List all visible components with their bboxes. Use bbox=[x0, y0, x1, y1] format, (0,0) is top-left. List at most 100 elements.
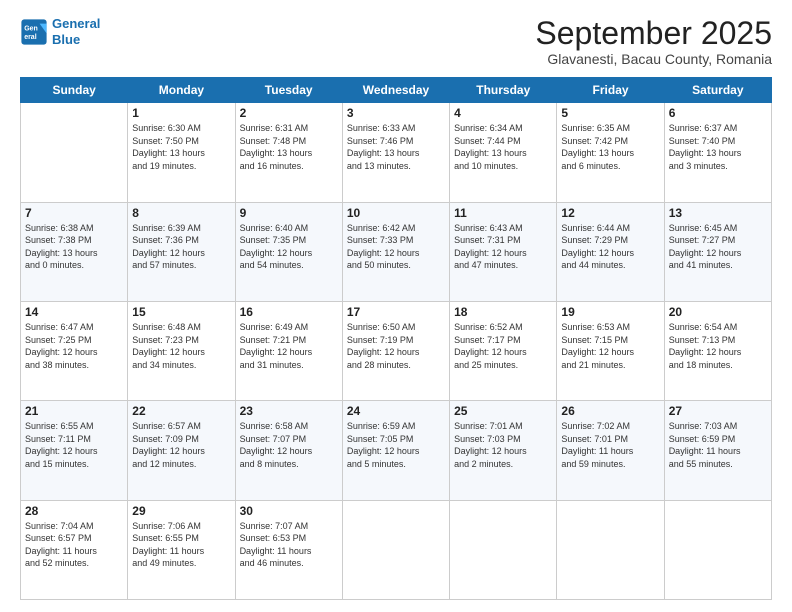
calendar-row-2: 14 Sunrise: 6:47 AM Sunset: 7:25 PM Dayli… bbox=[21, 301, 772, 400]
cell-3-1: 22 Sunrise: 6:57 AM Sunset: 7:09 PM Dayli… bbox=[128, 401, 235, 500]
day-number: 11 bbox=[454, 206, 552, 220]
cell-0-3: 3 Sunrise: 6:33 AM Sunset: 7:46 PM Daylig… bbox=[342, 103, 449, 202]
cell-4-1: 29Sunrise: 7:06 AM Sunset: 6:55 PM Dayli… bbox=[128, 500, 235, 599]
day-info: Sunrise: 6:39 AM Sunset: 7:36 PM Dayligh… bbox=[132, 222, 230, 272]
cell-0-4: 4Sunrise: 6:34 AM Sunset: 7:44 PM Daylig… bbox=[450, 103, 557, 202]
day-info: Sunrise: 6:43 AM Sunset: 7:31 PM Dayligh… bbox=[454, 222, 552, 272]
day-number: 25 bbox=[454, 404, 552, 418]
day-info: Sunrise: 6:40 AM Sunset: 7:35 PM Dayligh… bbox=[240, 222, 338, 272]
col-saturday: Saturday bbox=[664, 78, 771, 103]
cell-2-6: 20Sunrise: 6:54 AM Sunset: 7:13 PM Dayli… bbox=[664, 301, 771, 400]
cell-3-3: 24Sunrise: 6:59 AM Sunset: 7:05 PM Dayli… bbox=[342, 401, 449, 500]
month-title: September 2025 bbox=[535, 16, 772, 51]
cell-3-2: 23Sunrise: 6:58 AM Sunset: 7:07 PM Dayli… bbox=[235, 401, 342, 500]
cell-3-6: 27Sunrise: 7:03 AM Sunset: 6:59 PM Dayli… bbox=[664, 401, 771, 500]
title-block: September 2025 Glavanesti, Bacau County,… bbox=[535, 16, 772, 67]
day-info: Sunrise: 6:48 AM Sunset: 7:23 PM Dayligh… bbox=[132, 321, 230, 371]
day-number: 4 bbox=[454, 106, 552, 120]
day-number: 10 bbox=[347, 206, 445, 220]
cell-2-3: 17 Sunrise: 6:50 AM Sunset: 7:19 PM Dayli… bbox=[342, 301, 449, 400]
col-wednesday: Wednesday bbox=[342, 78, 449, 103]
cell-1-2: 9 Sunrise: 6:40 AM Sunset: 7:35 PM Daylig… bbox=[235, 202, 342, 301]
cell-2-2: 16Sunrise: 6:49 AM Sunset: 7:21 PM Dayli… bbox=[235, 301, 342, 400]
cell-0-6: 6 Sunrise: 6:37 AM Sunset: 7:40 PM Daylig… bbox=[664, 103, 771, 202]
day-number: 14 bbox=[25, 305, 123, 319]
day-number: 16 bbox=[240, 305, 338, 319]
day-info: Sunrise: 6:55 AM Sunset: 7:11 PM Dayligh… bbox=[25, 420, 123, 470]
logo-text: General Blue bbox=[52, 16, 100, 47]
day-number: 30 bbox=[240, 504, 338, 518]
day-info: Sunrise: 6:33 AM Sunset: 7:46 PM Dayligh… bbox=[347, 122, 445, 172]
header-row: Sunday Monday Tuesday Wednesday Thursday… bbox=[21, 78, 772, 103]
col-monday: Monday bbox=[128, 78, 235, 103]
day-number: 13 bbox=[669, 206, 767, 220]
logo-icon: Gen eral bbox=[20, 18, 48, 46]
cell-4-2: 30 Sunrise: 7:07 AM Sunset: 6:53 PM Dayli… bbox=[235, 500, 342, 599]
day-info: Sunrise: 7:04 AM Sunset: 6:57 PM Dayligh… bbox=[25, 520, 123, 570]
day-number: 2 bbox=[240, 106, 338, 120]
day-info: Sunrise: 6:50 AM Sunset: 7:19 PM Dayligh… bbox=[347, 321, 445, 371]
day-number: 17 bbox=[347, 305, 445, 319]
day-number: 27 bbox=[669, 404, 767, 418]
calendar-row-0: 1 Sunrise: 6:30 AM Sunset: 7:50 PM Daylig… bbox=[21, 103, 772, 202]
cell-1-6: 13 Sunrise: 6:45 AM Sunset: 7:27 PM Dayli… bbox=[664, 202, 771, 301]
cell-0-2: 2 Sunrise: 6:31 AM Sunset: 7:48 PM Daylig… bbox=[235, 103, 342, 202]
calendar-row-1: 7Sunrise: 6:38 AM Sunset: 7:38 PM Daylig… bbox=[21, 202, 772, 301]
day-info: Sunrise: 6:57 AM Sunset: 7:09 PM Dayligh… bbox=[132, 420, 230, 470]
header: Gen eral General Blue September 2025 Gla… bbox=[20, 16, 772, 67]
day-number: 26 bbox=[561, 404, 659, 418]
cell-4-0: 28 Sunrise: 7:04 AM Sunset: 6:57 PM Dayli… bbox=[21, 500, 128, 599]
cell-2-0: 14 Sunrise: 6:47 AM Sunset: 7:25 PM Dayli… bbox=[21, 301, 128, 400]
col-thursday: Thursday bbox=[450, 78, 557, 103]
calendar-row-3: 21Sunrise: 6:55 AM Sunset: 7:11 PM Dayli… bbox=[21, 401, 772, 500]
col-tuesday: Tuesday bbox=[235, 78, 342, 103]
cell-0-5: 5Sunrise: 6:35 AM Sunset: 7:42 PM Daylig… bbox=[557, 103, 664, 202]
day-info: Sunrise: 6:58 AM Sunset: 7:07 PM Dayligh… bbox=[240, 420, 338, 470]
cell-3-4: 25Sunrise: 7:01 AM Sunset: 7:03 PM Dayli… bbox=[450, 401, 557, 500]
day-number: 1 bbox=[132, 106, 230, 120]
day-info: Sunrise: 6:30 AM Sunset: 7:50 PM Dayligh… bbox=[132, 122, 230, 172]
day-info: Sunrise: 6:47 AM Sunset: 7:25 PM Dayligh… bbox=[25, 321, 123, 371]
day-info: Sunrise: 6:31 AM Sunset: 7:48 PM Dayligh… bbox=[240, 122, 338, 172]
day-info: Sunrise: 6:45 AM Sunset: 7:27 PM Dayligh… bbox=[669, 222, 767, 272]
cell-0-0 bbox=[21, 103, 128, 202]
day-info: Sunrise: 6:42 AM Sunset: 7:33 PM Dayligh… bbox=[347, 222, 445, 272]
cell-2-1: 15Sunrise: 6:48 AM Sunset: 7:23 PM Dayli… bbox=[128, 301, 235, 400]
day-info: Sunrise: 6:52 AM Sunset: 7:17 PM Dayligh… bbox=[454, 321, 552, 371]
day-number: 3 bbox=[347, 106, 445, 120]
day-info: Sunrise: 6:44 AM Sunset: 7:29 PM Dayligh… bbox=[561, 222, 659, 272]
logo-line1: General bbox=[52, 16, 100, 31]
day-number: 18 bbox=[454, 305, 552, 319]
calendar-table: Sunday Monday Tuesday Wednesday Thursday… bbox=[20, 77, 772, 600]
cell-4-6 bbox=[664, 500, 771, 599]
calendar-header: Sunday Monday Tuesday Wednesday Thursday… bbox=[21, 78, 772, 103]
day-info: Sunrise: 7:02 AM Sunset: 7:01 PM Dayligh… bbox=[561, 420, 659, 470]
cell-3-0: 21Sunrise: 6:55 AM Sunset: 7:11 PM Dayli… bbox=[21, 401, 128, 500]
day-number: 7 bbox=[25, 206, 123, 220]
cell-0-1: 1 Sunrise: 6:30 AM Sunset: 7:50 PM Daylig… bbox=[128, 103, 235, 202]
day-number: 28 bbox=[25, 504, 123, 518]
svg-text:Gen: Gen bbox=[24, 25, 38, 32]
logo: Gen eral General Blue bbox=[20, 16, 100, 47]
calendar-row-4: 28 Sunrise: 7:04 AM Sunset: 6:57 PM Dayli… bbox=[21, 500, 772, 599]
svg-text:eral: eral bbox=[24, 34, 37, 41]
cell-1-3: 10 Sunrise: 6:42 AM Sunset: 7:33 PM Dayli… bbox=[342, 202, 449, 301]
day-number: 29 bbox=[132, 504, 230, 518]
cell-3-5: 26 Sunrise: 7:02 AM Sunset: 7:01 PM Dayli… bbox=[557, 401, 664, 500]
day-info: Sunrise: 6:37 AM Sunset: 7:40 PM Dayligh… bbox=[669, 122, 767, 172]
day-number: 9 bbox=[240, 206, 338, 220]
day-number: 8 bbox=[132, 206, 230, 220]
day-info: Sunrise: 7:07 AM Sunset: 6:53 PM Dayligh… bbox=[240, 520, 338, 570]
page: Gen eral General Blue September 2025 Gla… bbox=[0, 0, 792, 612]
day-number: 12 bbox=[561, 206, 659, 220]
cell-1-1: 8 Sunrise: 6:39 AM Sunset: 7:36 PM Daylig… bbox=[128, 202, 235, 301]
subtitle: Glavanesti, Bacau County, Romania bbox=[535, 51, 772, 67]
day-number: 5 bbox=[561, 106, 659, 120]
calendar-body: 1 Sunrise: 6:30 AM Sunset: 7:50 PM Daylig… bbox=[21, 103, 772, 600]
day-number: 6 bbox=[669, 106, 767, 120]
cell-4-3 bbox=[342, 500, 449, 599]
day-number: 20 bbox=[669, 305, 767, 319]
day-number: 22 bbox=[132, 404, 230, 418]
cell-4-4 bbox=[450, 500, 557, 599]
col-sunday: Sunday bbox=[21, 78, 128, 103]
